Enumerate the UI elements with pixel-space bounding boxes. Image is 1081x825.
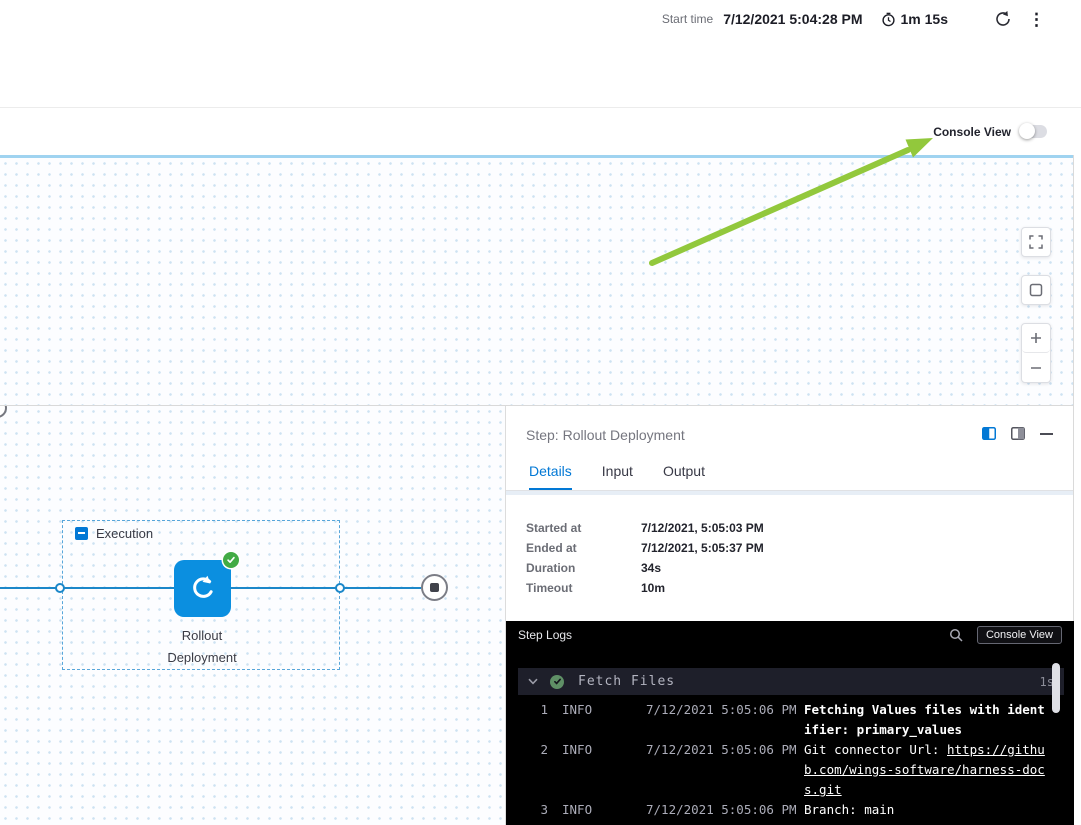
success-badge-icon [223, 552, 239, 568]
log-line-number: 1 [518, 700, 548, 740]
step-logs-title: Step Logs [518, 628, 572, 642]
console-view-label: Console View [933, 125, 1011, 139]
step-logs-header: Step Logs Console View [506, 621, 1074, 648]
console-view-control: Console View [933, 108, 1047, 155]
log-message: Git connector Url: https://github.com/wi… [804, 740, 1050, 800]
panel-layout-left-icon[interactable] [982, 427, 996, 440]
minimize-panel-button[interactable] [1040, 433, 1053, 435]
collapse-group-icon[interactable] [75, 527, 88, 540]
zoom-in-icon [1029, 331, 1043, 345]
log-group-name: Fetch Files [578, 674, 675, 689]
detail-value: 7/12/2021, 5:05:37 PM [641, 538, 764, 558]
detail-label: Timeout [526, 578, 641, 598]
execution-group-label: Execution [96, 526, 153, 541]
panel-header-actions [982, 427, 1053, 440]
zoom-out-icon [1029, 361, 1043, 375]
log-timestamp: 7/12/2021 5:05:06 PM [604, 700, 804, 740]
tabs-divider-accent [506, 491, 1073, 495]
rollout-icon [188, 574, 218, 604]
chevron-down-icon [528, 678, 538, 685]
panel-title: Step: Rollout Deployment [526, 427, 685, 443]
elapsed-time-group: 1m 15s [881, 11, 948, 27]
detail-row: Started at 7/12/2021, 5:05:03 PM [526, 518, 764, 538]
step-details-panel: Step: Rollout Deployment Details Input O… [505, 406, 1073, 825]
log-search-button[interactable] [949, 628, 963, 642]
toggle-knob [1019, 123, 1035, 139]
log-timestamp: 7/12/2021 5:05:06 PM [604, 740, 804, 800]
graph-edge-node [0, 406, 7, 418]
stop-node[interactable] [421, 574, 448, 601]
elapsed-time-value: 1m 15s [901, 11, 948, 27]
canvas-zoom-controls [1021, 227, 1051, 383]
log-message: Fetching Values files with identifier: p… [804, 700, 1050, 740]
log-line: 1 INFO 7/12/2021 5:05:06 PM Fetching Val… [518, 700, 1050, 740]
log-line: 2 INFO 7/12/2021 5:05:06 PM Git connecto… [518, 740, 1050, 800]
connector-node-right [335, 583, 345, 593]
detail-row: Duration 34s [526, 558, 764, 578]
kebab-menu-button[interactable]: ⋮ [1028, 11, 1045, 28]
stop-icon [430, 583, 439, 592]
tab-details[interactable]: Details [529, 463, 572, 490]
log-success-icon [550, 675, 564, 689]
top-bar-right: Start time 7/12/2021 5:04:28 PM 1m 15s ⋮ [662, 10, 1045, 28]
detail-label: Ended at [526, 538, 641, 558]
detail-row: Timeout 10m [526, 578, 764, 598]
step-details-list: Started at 7/12/2021, 5:05:03 PM Ended a… [526, 518, 764, 598]
detail-value: 7/12/2021, 5:05:03 PM [641, 518, 764, 538]
log-group-header[interactable]: Fetch Files 1s [518, 668, 1064, 695]
log-level: INFO [548, 740, 604, 800]
fit-view-icon [1029, 283, 1043, 297]
panel-layout-right-icon[interactable] [1011, 427, 1025, 440]
log-line-number: 3 [518, 800, 548, 820]
zoom-in-out-group [1021, 323, 1051, 383]
pipeline-canvas[interactable] [0, 158, 1073, 405]
zoom-out-button[interactable] [1022, 353, 1050, 382]
step-name-label: Rollout Deployment [112, 625, 292, 669]
execution-group-header: Execution [75, 526, 153, 541]
search-icon [949, 628, 963, 642]
pipeline-execution-screen: Start time 7/12/2021 5:04:28 PM 1m 15s ⋮… [0, 0, 1081, 825]
detail-value: 34s [641, 558, 661, 578]
step-name-line2: Deployment [112, 647, 292, 669]
console-view-button[interactable]: Console View [977, 626, 1062, 644]
clock-icon [881, 12, 896, 27]
log-level: INFO [548, 700, 604, 740]
refresh-icon [994, 10, 1012, 28]
start-time-label: Start time [662, 12, 713, 26]
fit-view-button[interactable] [1021, 275, 1051, 305]
step-logs-console: Step Logs Console View Fetch Files 1s 1 [506, 621, 1074, 825]
fullscreen-icon [1029, 235, 1043, 249]
log-timestamp: 7/12/2021 5:05:06 PM [604, 800, 804, 820]
log-level: INFO [548, 800, 604, 820]
minimize-icon [1040, 433, 1053, 435]
log-message: Branch: main [804, 800, 1050, 820]
panel-tabs: Details Input Output [529, 463, 705, 490]
step-name-line1: Rollout [112, 625, 292, 647]
connector-node-left [55, 583, 65, 593]
fullscreen-button[interactable] [1021, 227, 1051, 257]
scrollbar-thumb[interactable] [1052, 663, 1060, 713]
execution-graph-canvas[interactable]: Execution Rollout Deployment [0, 406, 505, 825]
start-time-value: 7/12/2021 5:04:28 PM [723, 11, 862, 27]
refresh-button[interactable] [994, 10, 1012, 28]
log-line-number: 2 [518, 740, 548, 800]
detail-row: Ended at 7/12/2021, 5:05:37 PM [526, 538, 764, 558]
page-right-gutter [1073, 155, 1081, 825]
log-message-prefix: Git connector Url: [804, 742, 947, 757]
kebab-menu-icon: ⋮ [1028, 10, 1045, 29]
log-lines: 1 INFO 7/12/2021 5:05:06 PM Fetching Val… [506, 700, 1074, 820]
tab-output[interactable]: Output [663, 463, 705, 490]
log-line: 3 INFO 7/12/2021 5:05:06 PM Branch: main [518, 800, 1050, 820]
detail-value: 10m [641, 578, 665, 598]
detail-label: Started at [526, 518, 641, 538]
top-bar: Start time 7/12/2021 5:04:28 PM 1m 15s ⋮ [0, 0, 1081, 108]
console-view-toggle[interactable] [1020, 125, 1047, 138]
detail-label: Duration [526, 558, 641, 578]
console-view-bar: Console View [0, 108, 1081, 155]
zoom-in-button[interactable] [1022, 324, 1050, 353]
rollout-step-node[interactable] [174, 560, 231, 617]
tab-input[interactable]: Input [602, 463, 633, 490]
